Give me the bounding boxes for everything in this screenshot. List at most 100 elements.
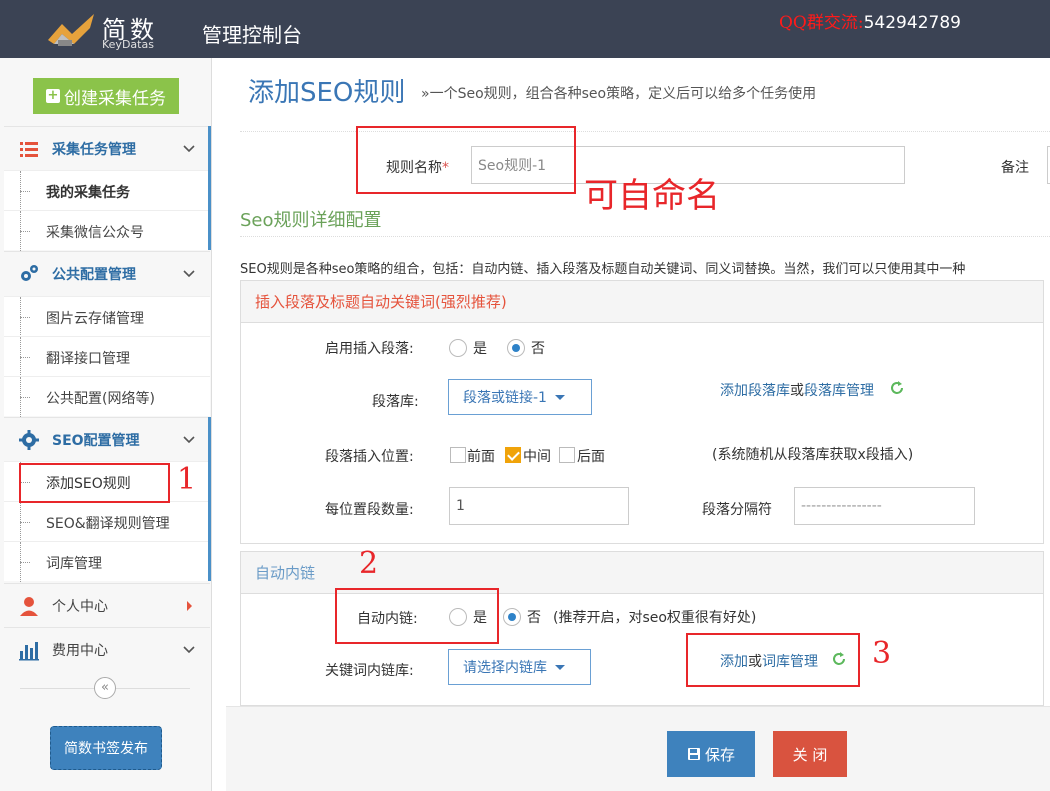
save-button[interactable]: 保存 xyxy=(667,731,755,777)
gear-icon xyxy=(19,429,39,450)
sidebar-group-label: 公共配置管理 xyxy=(52,266,136,283)
logo-subtext: KeyDatas xyxy=(102,38,154,51)
enable-insert-yes-radio[interactable] xyxy=(449,339,467,357)
page-subtitle: »一个Seo规则，组合各种seo策略，定义后可以给多个任务使用 xyxy=(421,86,817,102)
chevron-down-icon xyxy=(183,269,195,277)
separator-input[interactable]: ---------------- xyxy=(794,487,975,525)
active-group-indicator xyxy=(208,417,211,581)
divider xyxy=(240,236,1050,237)
position-note: (系统随机从段落库获取x段插入) xyxy=(712,447,914,463)
bookmark-publish-button[interactable]: 简数书签发布 xyxy=(50,726,162,770)
create-task-button[interactable]: + 创建采集任务 xyxy=(33,78,179,114)
sidebar-group-label: 个人中心 xyxy=(52,598,108,615)
sidebar-item-label: 图片云存储管理 xyxy=(46,311,144,327)
page-title: 添加SEO规则 xyxy=(248,78,406,108)
sidebar-item-my-tasks[interactable]: 我的采集任务 xyxy=(4,170,210,211)
chevron-down-icon xyxy=(183,645,195,653)
paragraph-library-links: 添加段落库或段落库管理 xyxy=(720,383,874,399)
add-paragraph-library-link[interactable]: 添加段落库 xyxy=(720,383,790,399)
sidebar-group-task-management[interactable]: 采集任务管理 xyxy=(4,126,210,170)
logo-icon xyxy=(48,14,94,46)
close-button[interactable]: 关 闭 xyxy=(773,731,847,777)
description-text: SEO规则是各种seo策略的组合，包括：自动内链、插入段落及标题自动关键词、同义… xyxy=(240,262,966,277)
annotation-number: 3 xyxy=(872,636,892,671)
chevron-right-icon xyxy=(187,600,192,611)
count-per-position-input[interactable]: 1 xyxy=(449,487,629,525)
separator-label: 段落分隔符 xyxy=(702,502,772,518)
active-group-indicator xyxy=(208,126,211,250)
annotation-box-auto-link xyxy=(335,588,499,644)
insert-position-label: 段落插入位置: xyxy=(325,449,414,465)
qq-number: 542942789 xyxy=(863,13,961,33)
gears-icon xyxy=(21,264,38,281)
remark-label: 备注 xyxy=(1001,160,1029,176)
sidebar-group-personal-center[interactable]: 个人中心 xyxy=(4,583,210,627)
chevron-down-icon xyxy=(183,144,195,152)
create-task-label: 创建采集任务 xyxy=(64,88,166,109)
sidebar-item-seo-rule-management[interactable]: SEO&翻译规则管理 xyxy=(4,501,210,542)
checkbox-label: 中间 xyxy=(523,449,551,465)
annotation-number: 2 xyxy=(359,546,379,581)
logo[interactable]: 简数 KeyDatas xyxy=(44,8,174,52)
checkbox-label: 后面 xyxy=(577,449,605,465)
manage-paragraph-library-link[interactable]: 段落库管理 xyxy=(804,383,874,399)
sidebar-group-public-config[interactable]: 公共配置管理 xyxy=(4,251,210,295)
sidebar-item-label: SEO&翻译规则管理 xyxy=(46,516,170,532)
annotation-number: 1 xyxy=(177,462,197,497)
sidebar-item-label: 翻译接口管理 xyxy=(46,351,130,367)
sidebar-item-label: 我的采集任务 xyxy=(46,185,130,201)
refresh-icon[interactable] xyxy=(889,380,905,396)
sidebar-item-translation-api[interactable]: 翻译接口管理 xyxy=(4,336,210,377)
sidebar-group-label: SEO配置管理 xyxy=(52,432,140,449)
qq-label: QQ群交流: xyxy=(779,13,864,33)
annotation-box-add-seo-rule xyxy=(19,463,170,503)
floppy-disk-icon xyxy=(687,748,700,760)
enable-insert-label: 启用插入段落: xyxy=(325,341,414,357)
user-icon xyxy=(20,596,38,616)
panel-title: 插入段落及标题自动关键词(强烈推荐) xyxy=(241,281,1043,323)
annotation-box-lexicon xyxy=(686,633,860,687)
sidebar-group-label: 费用中心 xyxy=(52,642,108,659)
sidebar-item-label: 词库管理 xyxy=(46,556,102,572)
radio-label: 否 xyxy=(527,610,541,626)
bar-chart-icon xyxy=(19,641,39,660)
annotation-box-rule-name xyxy=(356,126,576,194)
paragraph-library-label: 段落库: xyxy=(372,394,419,410)
annotation-note: 可自命名 xyxy=(584,176,720,216)
auto-link-no-radio[interactable] xyxy=(503,608,521,626)
keyword-link-library-select[interactable]: 请选择内链库 xyxy=(448,649,591,685)
sidebar-item-wechat[interactable]: 采集微信公众号 xyxy=(4,210,210,251)
sidebar-group-seo-config[interactable]: SEO配置管理 xyxy=(4,417,210,461)
position-front-checkbox[interactable] xyxy=(450,447,466,463)
console-title: 管理控制台 xyxy=(202,23,302,47)
sidebar-item-lexicon-management[interactable]: 词库管理 xyxy=(4,541,210,582)
position-back-checkbox[interactable] xyxy=(559,447,575,463)
form-footer: 保存 关 闭 xyxy=(226,706,1050,791)
section-title: Seo规则详细配置 xyxy=(240,210,382,231)
sidebar: + 创建采集任务 采集任务管理 我的采集任务 采集微信公众号 公共配置管理 图片… xyxy=(0,58,212,791)
radio-label: 是 xyxy=(473,341,487,357)
chevron-down-icon xyxy=(183,435,195,443)
caret-down-icon xyxy=(555,664,565,670)
top-bar: 简数 KeyDatas 管理控制台 QQ群交流:542942789 xyxy=(0,0,1050,58)
plus-icon: + xyxy=(46,88,60,103)
paragraph-library-select[interactable]: 段落或链接-1 xyxy=(448,379,592,415)
list-icon xyxy=(20,141,38,157)
radio-label: 否 xyxy=(531,341,545,357)
sidebar-item-label: 采集微信公众号 xyxy=(46,225,144,241)
sidebar-item-public-network[interactable]: 公共配置(网络等) xyxy=(4,376,210,417)
caret-down-icon xyxy=(554,394,565,400)
position-middle-checkbox[interactable] xyxy=(505,447,521,463)
sidebar-item-image-storage[interactable]: 图片云存储管理 xyxy=(4,296,210,337)
collapse-sidebar-icon[interactable]: « xyxy=(94,677,116,699)
qq-group-info: QQ群交流:542942789 xyxy=(779,8,961,33)
keyword-link-library-label: 关键词内链库: xyxy=(325,663,414,679)
checkbox-label: 前面 xyxy=(467,449,495,465)
insert-paragraph-panel: 插入段落及标题自动关键词(强烈推荐) 启用插入段落: 是 否 段落库: 段落或链… xyxy=(240,280,1044,544)
sidebar-group-label: 采集任务管理 xyxy=(52,141,136,158)
auto-link-note: (推荐开启，对seo权重很有好处) xyxy=(553,610,757,626)
enable-insert-no-radio[interactable] xyxy=(507,339,525,357)
count-per-position-label: 每位置段数量: xyxy=(325,502,414,518)
sidebar-group-billing-center[interactable]: 费用中心 xyxy=(4,627,210,671)
sidebar-item-label: 公共配置(网络等) xyxy=(46,391,155,407)
